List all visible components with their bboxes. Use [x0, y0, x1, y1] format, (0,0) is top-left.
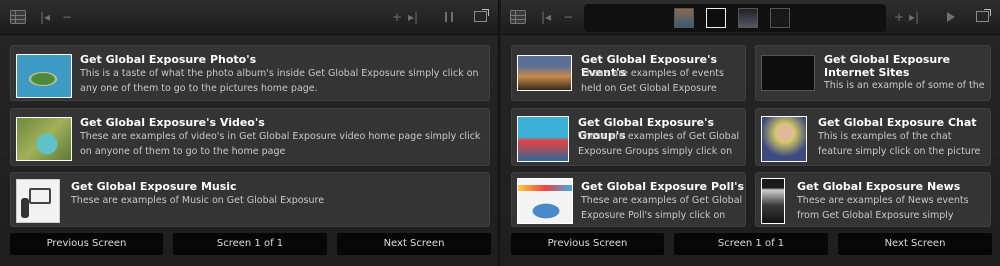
card-description: This is examples of the chat feature sim… [818, 131, 981, 157]
card-title: Get Global Exposure's Video's [80, 116, 265, 129]
card-title: Get Global Exposure Photo's [80, 53, 257, 66]
skip-forward-icon[interactable]: ▸| [408, 9, 418, 25]
card-title: Get Global Exposure Poll's [581, 180, 745, 193]
card-description: These are examples of events held on Get… [581, 68, 724, 94]
toolbar: |◂ − + ▸| [0, 0, 498, 35]
minus-icon[interactable]: − [62, 9, 72, 25]
speaker-icon [21, 198, 29, 218]
grid-view-icon[interactable] [510, 10, 526, 24]
plus-icon[interactable]: + [392, 9, 402, 25]
left-panel: |◂ − + ▸| Get Global Exposure Photo's Th… [0, 0, 499, 266]
news-thumbnail [761, 178, 785, 224]
toolbar: |◂ − + ▸| [501, 0, 1000, 35]
events-thumbnail [517, 55, 572, 91]
screen-indicator: Screen 1 of 1 [173, 233, 327, 255]
card-groups[interactable]: Get Global Exposure's Group's These are … [511, 108, 746, 166]
strip-thumbnail-selected[interactable] [706, 8, 726, 28]
right-panel: |◂ − + ▸| Get Global Exposure's Event's … [501, 0, 1000, 266]
internet-sites-thumbnail [761, 55, 815, 91]
screen-indicator: Screen 1 of 1 [674, 233, 828, 255]
skip-back-icon[interactable]: |◂ [40, 9, 50, 25]
next-screen-button[interactable]: Next Screen [337, 233, 491, 255]
previous-screen-button[interactable]: Previous Screen [10, 233, 163, 255]
groups-thumbnail [517, 116, 569, 162]
strip-thumbnail[interactable] [770, 8, 790, 28]
card-photos[interactable]: Get Global Exposure Photo's This is a ta… [10, 45, 490, 101]
card-title: Get Global Exposure Internet Sites [824, 53, 951, 79]
card-title: Get Global Exposure News [797, 180, 961, 193]
skip-back-icon[interactable]: |◂ [541, 9, 551, 25]
card-title: Get Global Exposure Chat [818, 116, 977, 129]
card-title: Get Global Exposure Music [71, 180, 237, 193]
export-icon[interactable] [474, 9, 489, 22]
skip-forward-icon[interactable]: ▸| [909, 9, 919, 25]
play-icon[interactable] [947, 12, 955, 22]
next-screen-button[interactable]: Next Screen [838, 233, 992, 255]
card-description: This is a taste of what the photo album'… [80, 68, 479, 94]
card-description: These are examples of Get Global Exposur… [578, 131, 740, 157]
strip-thumbnail[interactable] [674, 8, 694, 28]
card-polls[interactable]: Get Global Exposure Poll's These are exa… [511, 172, 746, 227]
card-internet-sites[interactable]: Get Global Exposure Internet Sites This … [755, 45, 991, 101]
minus-icon[interactable]: − [563, 9, 573, 25]
card-description: These are examples of video's in Get Glo… [80, 131, 481, 157]
card-news[interactable]: Get Global Exposure News These are examp… [755, 172, 991, 227]
card-description: These are examples of News events from G… [797, 195, 969, 221]
pause-icon[interactable] [445, 12, 453, 22]
card-events[interactable]: Get Global Exposure's Event's These are … [511, 45, 746, 101]
photos-thumbnail [16, 54, 72, 98]
export-icon[interactable] [976, 9, 991, 22]
card-description: These are examples of Music on Get Globa… [71, 195, 325, 206]
videos-thumbnail [16, 117, 72, 161]
card-music[interactable]: Get Global Exposure Music These are exam… [10, 172, 490, 227]
previous-screen-button[interactable]: Previous Screen [511, 233, 664, 255]
plus-icon[interactable]: + [894, 9, 904, 25]
music-thumbnail [16, 179, 60, 223]
card-chat[interactable]: Get Global Exposure Chat This is example… [755, 108, 991, 166]
polls-thumbnail [517, 178, 573, 224]
card-videos[interactable]: Get Global Exposure's Video's These are … [10, 108, 490, 166]
thumbnail-strip [584, 4, 886, 32]
card-description: This is an example of some of the [824, 80, 985, 91]
card-description: These are examples of Get Global Exposur… [581, 195, 743, 221]
computer-icon [29, 188, 51, 204]
chat-thumbnail [761, 116, 807, 162]
strip-thumbnail[interactable] [738, 8, 758, 28]
grid-view-icon[interactable] [10, 10, 26, 24]
